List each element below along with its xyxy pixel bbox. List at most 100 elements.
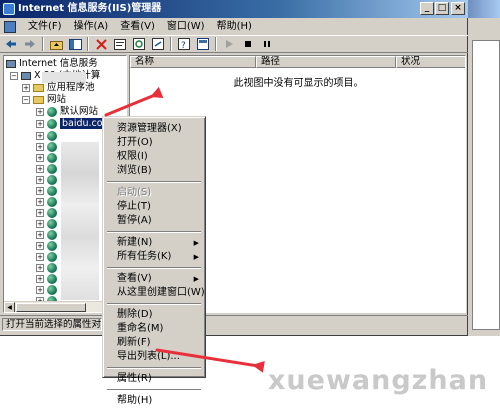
tree-site-row[interactable]: + [36,284,60,295]
tree-site-row[interactable]: + [36,229,60,240]
collapse-icon[interactable]: − [22,95,30,104]
tree-site-row[interactable]: + [36,185,60,196]
expand-icon[interactable]: + [36,230,44,239]
expand-icon[interactable]: + [36,219,44,228]
tree-app-pools[interactable]: + 应用程序池 [22,82,95,93]
submenu-arrow-icon: ▶ [193,253,199,261]
tree-site-row[interactable]: + [36,251,60,262]
expand-icon[interactable]: + [36,252,44,261]
expand-icon[interactable]: + [36,263,44,272]
menu-item-rename[interactable]: 重命名(M) [105,322,203,336]
close-button[interactable]: × [451,2,465,15]
expand-icon[interactable]: + [36,175,44,184]
expand-icon[interactable]: + [22,83,30,92]
refresh-icon[interactable] [132,37,146,51]
menu-item-label: 暂停(A) [117,215,152,226]
menu-item-properties[interactable]: 属性(R) [105,372,203,386]
back-icon[interactable] [4,37,18,51]
background-window [468,0,500,336]
watermark-text: xuewangzhan [268,365,489,396]
menu-item-label: 权限(I) [117,151,148,162]
tree-root[interactable]: Internet 信息服务 [6,58,98,69]
background-window-menubar [468,18,500,36]
column-header-name[interactable]: 名称 [130,56,256,68]
tree-site-row[interactable]: + [36,207,60,218]
website-globe-icon [47,229,57,240]
start-icon[interactable] [222,37,236,51]
scroll-left-icon[interactable]: ◀ [4,302,15,312]
menu-help[interactable]: 帮助(H) [211,18,258,35]
tree-site-row[interactable]: + [36,218,60,229]
show-tree-icon[interactable] [68,37,82,51]
menu-item-all-tasks[interactable]: 所有任务(K) ▶ [105,250,203,264]
pause-icon[interactable] [260,37,274,51]
tree-root-label: Internet 信息服务 [19,58,98,69]
menu-action[interactable]: 操作(A) [68,18,115,35]
folder-icon [33,95,44,104]
expand-icon[interactable]: + [36,107,44,116]
expand-icon[interactable]: + [36,197,44,206]
menu-file[interactable]: 文件(F) [22,18,68,35]
menu-item-help[interactable]: 帮助(H) [105,394,203,408]
menu-item-label: 导出列表(L)... [117,351,180,362]
title-bar[interactable]: Internet 信息服务(IIS)管理器 _ □ × [0,0,468,18]
expand-icon[interactable]: + [36,285,44,294]
tree-site-row[interactable]: + [36,130,60,141]
column-header-status[interactable]: 状况 [396,56,465,68]
expand-icon[interactable]: + [36,241,44,250]
menu-window[interactable]: 窗口(W) [161,18,211,35]
tree-site-row[interactable]: + [36,262,60,273]
menu-item-stop[interactable]: 停止(T) [105,200,203,214]
expand-icon[interactable]: + [36,208,44,217]
menu-item-view[interactable]: 查看(V) ▶ [105,272,203,286]
tree-site-row[interactable]: + [36,141,60,152]
help-icon[interactable]: ? [177,37,191,51]
menu-item-label: 刷新(F) [117,337,151,348]
menu-item-export-list[interactable]: 导出列表(L)... [105,350,203,364]
maximize-button[interactable]: □ [435,2,449,15]
expand-icon[interactable]: + [36,186,44,195]
tree-site-row[interactable]: + [36,196,60,207]
expand-icon[interactable]: + [36,119,44,128]
menu-item-label: 所有任务(K) [117,251,172,262]
menu-item-browse[interactable]: 浏览(B) [105,164,203,178]
tree-site-row[interactable]: + [36,163,60,174]
menu-view[interactable]: 查看(V) [114,18,161,35]
minimize-button[interactable]: _ [420,2,434,15]
tree-websites[interactable]: − 网站 [22,94,66,105]
tree-site-row[interactable]: + [36,273,60,284]
menu-item-refresh[interactable]: 刷新(F) [105,336,203,350]
export-icon[interactable] [151,37,165,51]
column-header-path[interactable]: 路径 [256,56,396,68]
expand-icon[interactable]: + [36,131,44,140]
menu-item-delete[interactable]: 删除(D) [105,308,203,322]
background-window-titlebar[interactable] [468,0,500,18]
console-icon[interactable] [4,20,16,33]
menu-item-explore[interactable]: 资源管理器(X) [105,122,203,136]
menu-item-permissions[interactable]: 权限(I) [105,150,203,164]
stop-icon[interactable] [241,37,255,51]
tree-site-row[interactable]: + [36,174,60,185]
menu-item-new[interactable]: 新建(N) ▶ [105,236,203,250]
website-globe-icon [47,273,57,284]
tree-site-row[interactable]: + [36,240,60,251]
expand-icon[interactable]: + [36,274,44,283]
collapse-icon[interactable]: − [10,71,18,80]
menu-item-open[interactable]: 打开(O) [105,136,203,150]
up-folder-icon[interactable] [49,37,63,51]
menu-item-pause[interactable]: 暂停(A) [105,214,203,228]
forward-icon[interactable] [23,37,37,51]
expand-icon[interactable]: + [36,164,44,173]
tree-site-row[interactable]: + [36,152,60,163]
toggle-icon[interactable] [196,37,210,51]
expand-icon[interactable]: + [36,142,44,151]
properties-icon[interactable] [113,37,127,51]
scroll-thumb[interactable] [16,303,86,312]
menu-item-new-window[interactable]: 从这里创建窗口(W) [105,286,205,300]
menu-item-label: 浏览(B) [117,165,152,176]
folder-icon [33,83,44,92]
tree-default-site[interactable]: + 默认网站 [36,106,98,117]
website-globe-icon [47,152,57,163]
expand-icon[interactable]: + [36,153,44,162]
delete-icon[interactable] [94,37,108,51]
